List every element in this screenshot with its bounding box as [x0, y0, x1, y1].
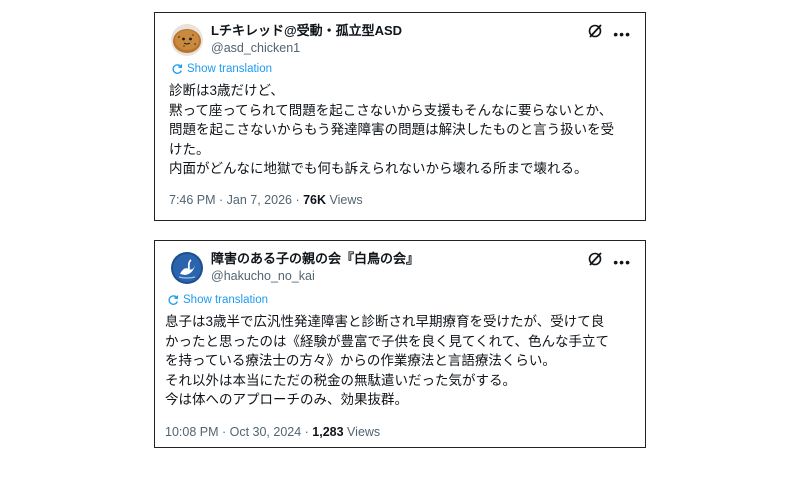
translate-icon [172, 64, 183, 74]
tweet-meta: 7:46 PM · Jan 7, 2026 · 76K Views [169, 193, 363, 207]
tweet-text-line: 内面がどんなに地獄でも何も訴えられないから壊れる所まで壊れる。 [169, 161, 588, 176]
tweet-text-line: 問題を起こさないからもう発達障害の問題は解決したものと言う扱いを受 [169, 122, 615, 137]
user-handle[interactable]: @asd_chicken1 [211, 40, 402, 57]
views-label: Views [326, 193, 363, 207]
avatar[interactable] [171, 24, 203, 56]
tweet-meta: 10:08 PM · Oct 30, 2024 · 1,283 Views [165, 425, 380, 439]
tweet-text: 息子は3歳半で広汎性発達障害と診断され早期療育を受けたが、受けて良 かったと思っ… [165, 312, 635, 410]
user-handle[interactable]: @hakucho_no_kai [211, 268, 419, 285]
tweet-text-line: 息子は3歳半で広汎性発達障害と診断され早期療育を受けたが、受けて良 [165, 314, 605, 329]
tweet-text-line: けた。 [169, 141, 210, 157]
avatar[interactable] [171, 252, 203, 284]
show-translation-link[interactable]: Show translation [171, 63, 272, 75]
more-options-icon[interactable]: ••• [613, 27, 631, 41]
timestamp[interactable]: 10:08 PM · Oct 30, 2024 · [165, 425, 312, 439]
tweet-card[interactable]: 障害のある子の親の会『白鳥の会』 @hakucho_no_kai ••• Sho… [154, 240, 646, 448]
views-count: 76K [303, 193, 327, 207]
tweet-text: 診断は3歳だけど、 黙って座ってられて問題を起こさないから支援もそんなに要らない… [169, 81, 635, 179]
tweet-card[interactable]: Lチキレッド@受動・孤立型ASD @asd_chicken1 ••• Show … [154, 12, 646, 221]
chicken-nugget-avatar-icon [171, 24, 203, 56]
more-options-icon[interactable]: ••• [613, 255, 631, 269]
show-translation-label: Show translation [183, 294, 269, 306]
views-count: 1,283 [312, 425, 344, 439]
timestamp[interactable]: 7:46 PM · Jan 7, 2026 · [169, 193, 303, 207]
tweet-text-line: それ以外は本当にただの税金の無駄遣いだった気がする。 [165, 372, 516, 388]
display-name[interactable]: 障害のある子の親の会『白鳥の会』 [211, 249, 419, 268]
tweet-text-line: 診断は3歳だけど、 [169, 83, 284, 98]
translate-icon [168, 295, 179, 305]
tweet-text-line: かったと思ったのは《経験が豊富で子供を良く見てくれて、色んな手立て [165, 333, 610, 349]
show-translation-link[interactable]: Show translation [167, 294, 268, 306]
tweet-header: 障害のある子の親の会『白鳥の会』 @hakucho_no_kai ••• [165, 249, 635, 293]
show-translation-label: Show translation [187, 63, 273, 75]
display-name[interactable]: Lチキレッド@受動・孤立型ASD [211, 21, 402, 40]
tweet-header: Lチキレッド@受動・孤立型ASD @asd_chicken1 ••• [165, 21, 635, 65]
tweet-text-line: 今は体へのアプローチのみ、効果抜群。 [165, 392, 408, 407]
views-label: Views [343, 425, 381, 439]
swan-logo-icon [171, 252, 203, 284]
tweet-text-line: 黙って座ってられて問題を起こさないから支援もそんなに要らないとか、 [169, 102, 613, 118]
tweet-text-line: を持っている療法士の方々》からの作業療法と言語療法くらい。 [165, 353, 556, 368]
grok-icon[interactable] [587, 23, 603, 44]
grok-icon[interactable] [587, 251, 603, 272]
